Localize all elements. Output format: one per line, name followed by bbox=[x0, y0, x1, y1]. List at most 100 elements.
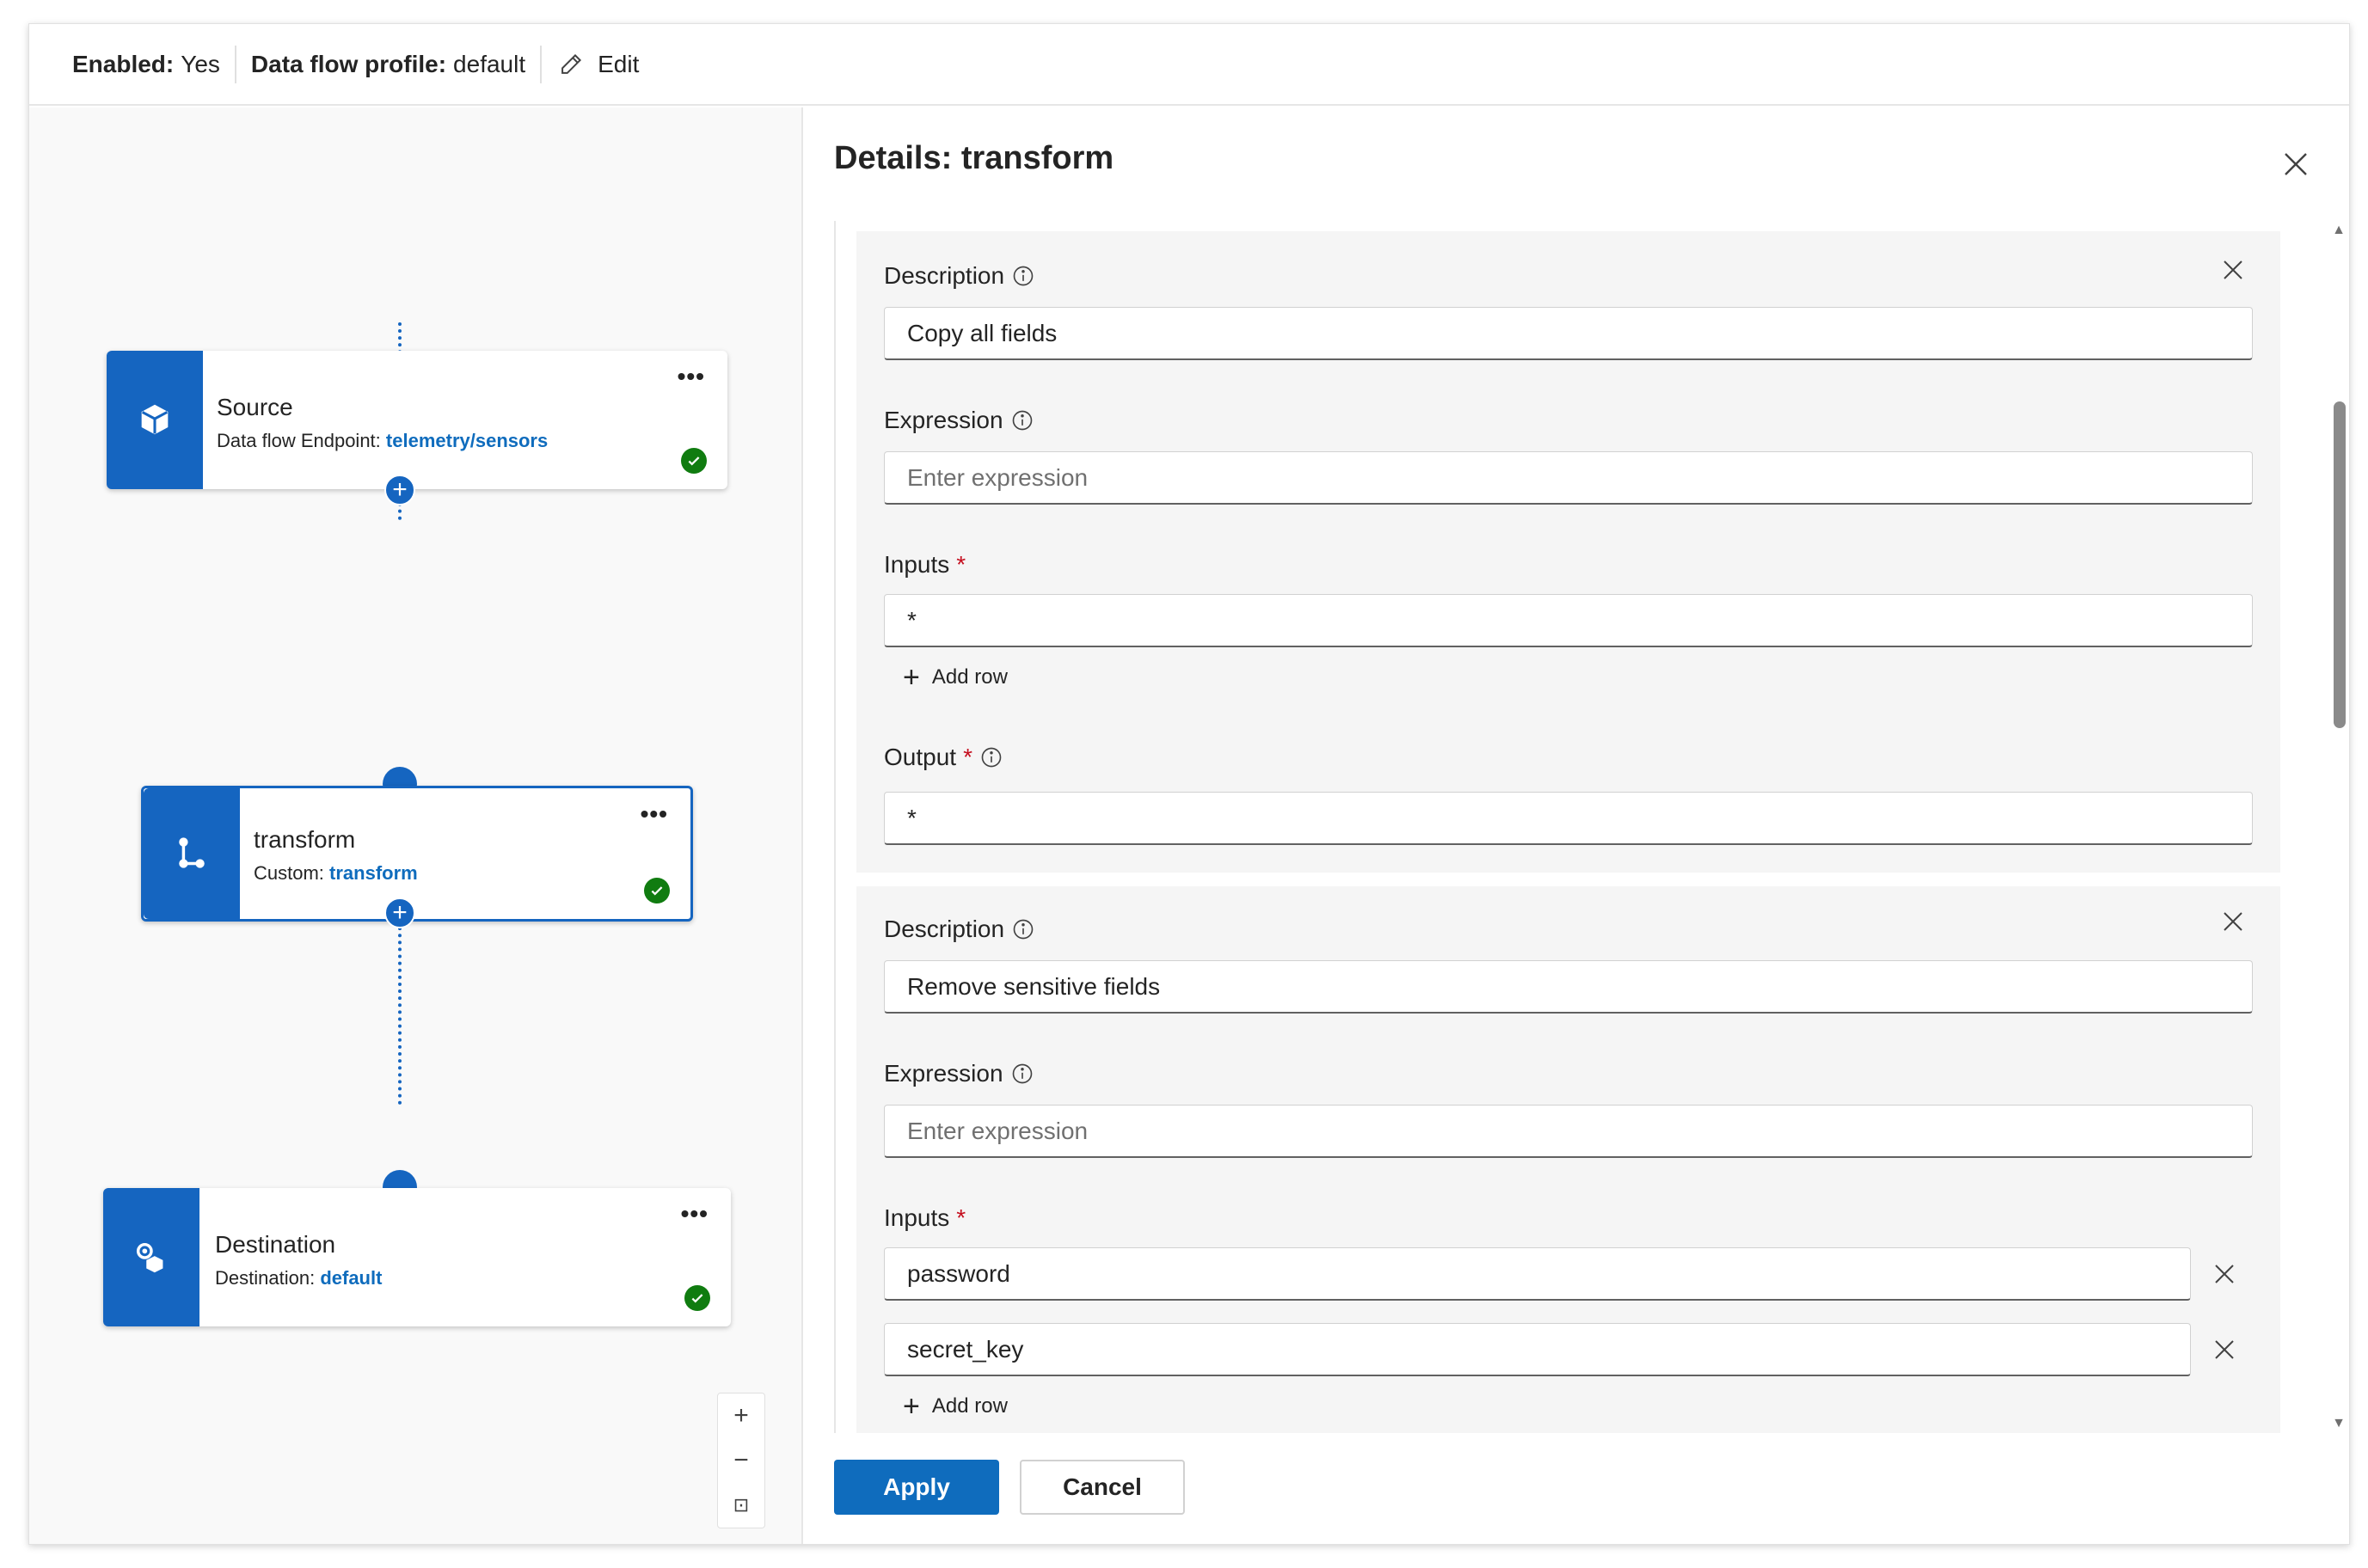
details-scroll-area[interactable]: Description Copy all fields Expression E… bbox=[834, 221, 2289, 1433]
branch-icon bbox=[179, 837, 205, 868]
info-icon[interactable] bbox=[1010, 408, 1034, 432]
info-icon[interactable] bbox=[1011, 917, 1035, 941]
required-mark: * bbox=[956, 1204, 966, 1231]
transform-more-button[interactable]: ••• bbox=[641, 800, 668, 828]
panel-title: Details: transform bbox=[834, 140, 1114, 176]
destination-node-bar bbox=[103, 1188, 199, 1326]
description-label: Description bbox=[884, 262, 1035, 290]
description-label: Description bbox=[884, 916, 1035, 943]
remove-row-icon[interactable] bbox=[2212, 1337, 2237, 1363]
details-panel: Details: transform Description Copy all … bbox=[805, 107, 2349, 1544]
description-label-text: Description bbox=[884, 262, 1005, 289]
inputs-field[interactable]: password bbox=[884, 1247, 2191, 1301]
output-label: Output * bbox=[884, 744, 1003, 771]
source-sub-label: Data flow Endpoint: bbox=[217, 430, 381, 451]
output-label-text: Output bbox=[884, 744, 957, 770]
connector-transform-destination bbox=[398, 920, 402, 1105]
source-node-body: Source Data flow Endpoint: telemetry/sen… bbox=[203, 351, 548, 489]
profile-status: Data flow profile: default bbox=[236, 46, 540, 83]
scroll-down-icon[interactable]: ▼ bbox=[2332, 1417, 2346, 1430]
transform-node[interactable]: transform Custom: transform ••• bbox=[141, 786, 693, 922]
close-icon[interactable] bbox=[2280, 149, 2311, 180]
inputs-label: Inputs * bbox=[884, 551, 966, 579]
info-icon[interactable] bbox=[1010, 1062, 1034, 1086]
inputs-label-text: Inputs bbox=[884, 1204, 950, 1231]
add-row-button[interactable]: + Add row bbox=[903, 663, 1008, 692]
scroll-up-icon[interactable]: ▲ bbox=[2332, 224, 2346, 237]
zoom-in-button[interactable]: + bbox=[718, 1393, 764, 1438]
description-input[interactable]: Copy all fields bbox=[884, 307, 2253, 360]
destination-subtitle: Destination: default bbox=[215, 1267, 382, 1289]
inputs-field[interactable]: * bbox=[884, 594, 2253, 647]
data-flow-window: Enabled: Yes Data flow profile: default … bbox=[28, 23, 2350, 1545]
transform-node-bar bbox=[144, 788, 240, 919]
expression-label-text: Expression bbox=[884, 407, 1003, 433]
destination-link[interactable]: default bbox=[320, 1267, 382, 1289]
info-icon[interactable] bbox=[1011, 264, 1035, 288]
expression-label: Expression bbox=[884, 407, 1034, 434]
source-check-icon bbox=[681, 448, 707, 474]
source-add-button[interactable]: + bbox=[384, 475, 415, 505]
required-mark: * bbox=[963, 744, 972, 770]
destination-node[interactable]: Destination Destination: default ••• bbox=[103, 1188, 731, 1326]
source-node-bar bbox=[107, 351, 203, 489]
edit-button[interactable]: Edit bbox=[542, 46, 653, 83]
expression-label-text: Expression bbox=[884, 1060, 1003, 1087]
panel-footer: Apply Cancel bbox=[834, 1460, 1185, 1515]
enabled-value: Yes bbox=[181, 50, 220, 77]
profile-label: Data flow profile: bbox=[250, 50, 447, 77]
destination-sub-label: Destination: bbox=[215, 1267, 316, 1289]
required-mark: * bbox=[956, 551, 966, 578]
fit-view-button[interactable]: ⊡ bbox=[718, 1483, 764, 1528]
transform-add-button[interactable]: + bbox=[384, 897, 415, 928]
cancel-button[interactable]: Cancel bbox=[1020, 1460, 1185, 1515]
remove-row-icon[interactable] bbox=[2212, 1261, 2237, 1287]
description-input[interactable]: Remove sensitive fields bbox=[884, 960, 2253, 1014]
transform-custom-link[interactable]: transform bbox=[329, 862, 418, 884]
apply-button[interactable]: Apply bbox=[834, 1460, 999, 1515]
destination-icon bbox=[136, 1242, 163, 1272]
flow-canvas[interactable]: Source Data flow Endpoint: telemetry/sen… bbox=[29, 107, 803, 1544]
source-title: Source bbox=[217, 394, 293, 420]
source-node[interactable]: Source Data flow Endpoint: telemetry/sen… bbox=[107, 351, 727, 489]
cube-icon bbox=[141, 404, 169, 434]
source-subtitle: Data flow Endpoint: telemetry/sensors bbox=[217, 430, 548, 452]
transform-card: Description Remove sensitive fields Expr… bbox=[856, 886, 2280, 1433]
scrollbar-thumb[interactable] bbox=[2334, 401, 2346, 728]
destination-more-button[interactable]: ••• bbox=[681, 1200, 709, 1228]
destination-title: Destination bbox=[215, 1231, 336, 1258]
inputs-label-text: Inputs bbox=[884, 551, 950, 578]
enabled-label: Enabled: bbox=[72, 50, 175, 77]
remove-card-icon[interactable] bbox=[2220, 909, 2246, 934]
expression-input[interactable]: Enter expression bbox=[884, 1105, 2253, 1158]
edit-label: Edit bbox=[598, 50, 640, 77]
details-scrollbar[interactable]: ▲ ▼ bbox=[2332, 221, 2346, 1433]
source-endpoint-link[interactable]: telemetry/sensors bbox=[386, 430, 548, 451]
pencil-icon bbox=[561, 53, 582, 74]
add-row-label: Add row bbox=[931, 665, 1008, 689]
zoom-controls: + − ⊡ bbox=[717, 1393, 765, 1528]
destination-check-icon bbox=[684, 1285, 710, 1311]
add-row-button[interactable]: + Add row bbox=[903, 1392, 1008, 1421]
info-icon[interactable] bbox=[979, 745, 1003, 769]
zoom-out-button[interactable]: − bbox=[718, 1438, 764, 1483]
add-row-label: Add row bbox=[931, 1394, 1008, 1418]
remove-card-icon[interactable] bbox=[2220, 257, 2246, 283]
output-field[interactable]: * bbox=[884, 792, 2253, 845]
top-bar: Enabled: Yes Data flow profile: default … bbox=[29, 24, 2349, 106]
source-more-button[interactable]: ••• bbox=[678, 363, 705, 390]
transform-subtitle: Custom: transform bbox=[254, 862, 418, 885]
plus-icon: + bbox=[903, 661, 920, 694]
expression-label: Expression bbox=[884, 1060, 1034, 1087]
inputs-field[interactable]: secret_key bbox=[884, 1323, 2191, 1376]
destination-node-body: Destination Destination: default bbox=[199, 1188, 382, 1326]
enabled-status: Enabled: Yes bbox=[29, 46, 235, 83]
transform-check-icon bbox=[644, 878, 670, 903]
plus-icon: + bbox=[903, 1390, 920, 1423]
transform-title: transform bbox=[254, 826, 356, 853]
transform-card: Description Copy all fields Expression E… bbox=[856, 231, 2280, 873]
transform-sub-label: Custom: bbox=[254, 862, 324, 884]
description-label-text: Description bbox=[884, 916, 1005, 942]
expression-input[interactable]: Enter expression bbox=[884, 451, 2253, 505]
profile-value: default bbox=[453, 50, 526, 77]
